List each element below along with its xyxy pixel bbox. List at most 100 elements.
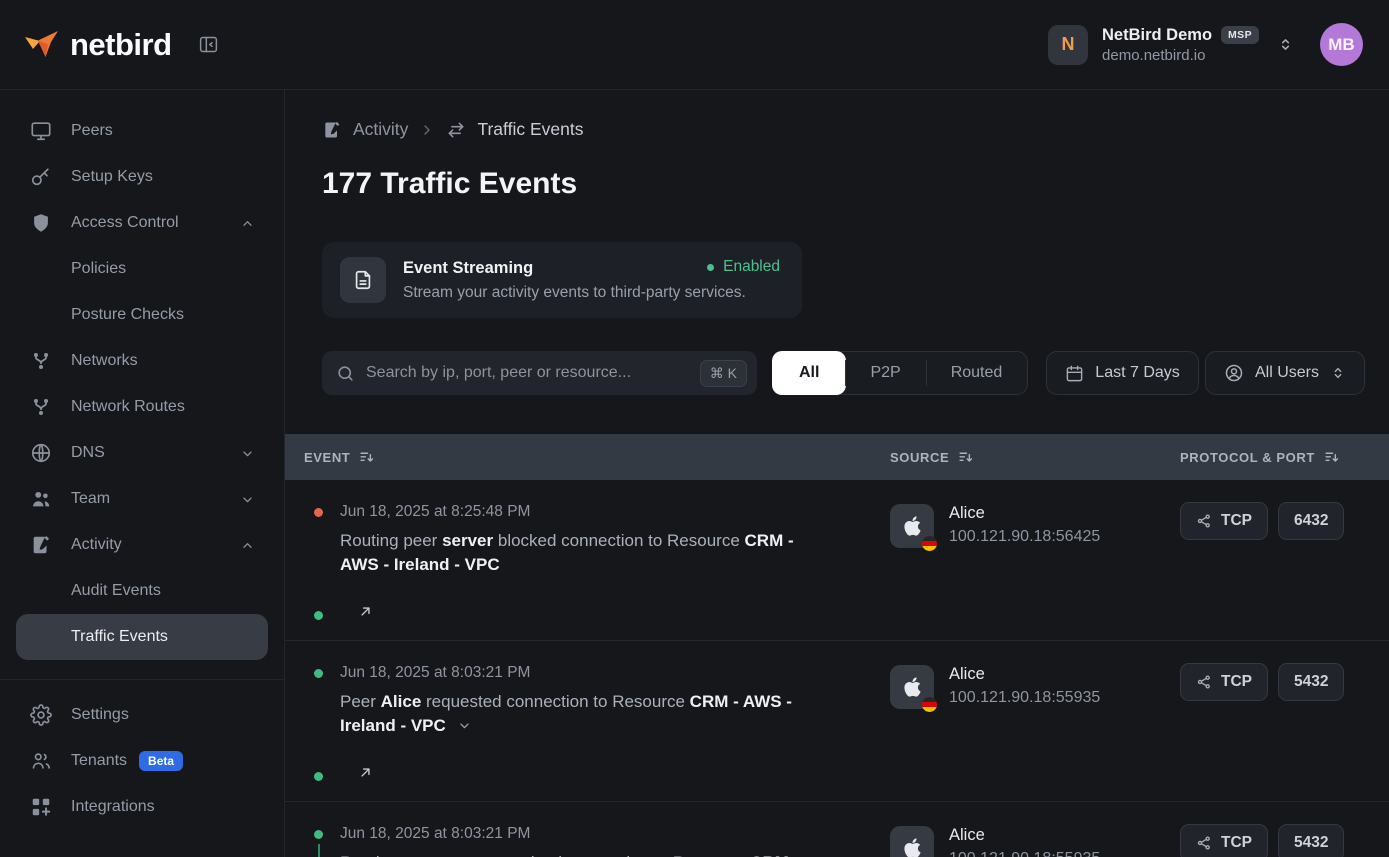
breadcrumb-section[interactable]: Activity bbox=[353, 119, 408, 140]
sidebar-item-label: Settings bbox=[71, 706, 129, 724]
sidebar-item-posture-checks[interactable]: Posture Checks bbox=[16, 292, 268, 338]
table-body: Jun 18, 2025 at 8:25:48 PM Routing peer … bbox=[285, 480, 1389, 857]
sidebar-item-audit-events[interactable]: Audit Events bbox=[16, 568, 268, 614]
breadcrumb: Activity Traffic Events bbox=[322, 119, 1377, 140]
chevron-right-icon bbox=[419, 122, 435, 138]
sidebar-item-label: Tenants bbox=[71, 752, 127, 770]
search-icon bbox=[336, 364, 355, 383]
apple-os-avatar bbox=[890, 504, 934, 548]
shield-icon bbox=[30, 212, 52, 234]
chevron-down-icon bbox=[239, 491, 256, 508]
search-box: ⌘ K bbox=[322, 351, 757, 395]
account-selector[interactable]: N NetBird Demo MSP demo.netbird.io bbox=[1048, 25, 1294, 65]
status-badge: Enabled bbox=[707, 258, 780, 276]
tab-p2p[interactable]: P2P bbox=[845, 352, 925, 394]
source-address: 100.121.90.18:55935 bbox=[949, 850, 1100, 857]
chevrons-up-down-icon bbox=[1330, 365, 1346, 381]
source-cell: Alice 100.121.90.18:56425 bbox=[890, 480, 1180, 640]
column-header-source: SOURCE bbox=[890, 449, 1180, 466]
sort-icon[interactable] bbox=[1324, 449, 1341, 466]
source-peer-name: Alice bbox=[949, 665, 1100, 684]
external-link-icon bbox=[358, 604, 373, 619]
external-link-icon bbox=[358, 765, 373, 780]
account-domain: demo.netbird.io bbox=[1102, 47, 1259, 64]
main-content: Activity Traffic Events 177 Traffic Even… bbox=[285, 90, 1389, 857]
sub-event-dot bbox=[314, 772, 323, 781]
source-cell: Alice 100.121.90.18:55935 bbox=[890, 641, 1180, 801]
port-badge: 6432 bbox=[1278, 502, 1344, 540]
table-row: Jun 18, 2025 at 8:03:21 PM Peer Alice re… bbox=[285, 641, 1389, 802]
sidebar-item-setup-keys[interactable]: Setup Keys bbox=[16, 154, 268, 200]
sidebar-item-activity[interactable]: Activity bbox=[16, 522, 268, 568]
user-avatar[interactable]: MB bbox=[1320, 23, 1363, 66]
tenants-icon bbox=[30, 750, 52, 772]
sidebar-collapse-icon[interactable] bbox=[198, 34, 219, 55]
circle-user-icon bbox=[1224, 363, 1244, 383]
table-row: Jun 18, 2025 at 8:25:48 PM Routing peer … bbox=[285, 480, 1389, 641]
sidebar-item-label: Posture Checks bbox=[71, 306, 184, 324]
event-streaming-description: Stream your activity events to third-par… bbox=[403, 284, 746, 302]
protocol-badge: TCP bbox=[1180, 663, 1268, 701]
sidebar-item-traffic-events[interactable]: Traffic Events bbox=[16, 614, 268, 660]
connection-type-tabs: AllP2PRouted bbox=[772, 351, 1028, 395]
event-cell: Jun 18, 2025 at 8:03:21 PM Routing peer … bbox=[285, 802, 890, 857]
tab-routed[interactable]: Routed bbox=[926, 352, 1028, 394]
sort-icon[interactable] bbox=[359, 449, 376, 466]
chevron-up-icon bbox=[239, 215, 256, 232]
apple-icon bbox=[903, 515, 922, 537]
date-range-button[interactable]: Last 7 Days bbox=[1046, 351, 1198, 395]
apple-icon bbox=[903, 676, 922, 698]
account-name: NetBird Demo bbox=[1102, 26, 1212, 45]
user-filter-label: All Users bbox=[1255, 364, 1319, 382]
activity-icon bbox=[322, 120, 342, 140]
table-header: EVENT SOURCE PROTOCOL & PORT bbox=[285, 434, 1389, 480]
event-status-dot bbox=[314, 669, 323, 678]
sidebar-item-networks[interactable]: Networks bbox=[16, 338, 268, 384]
breadcrumb-page[interactable]: Traffic Events bbox=[477, 119, 583, 140]
sidebar-item-policies[interactable]: Policies bbox=[16, 246, 268, 292]
user-filter-button[interactable]: All Users bbox=[1205, 351, 1365, 395]
port-badge: 5432 bbox=[1278, 663, 1344, 701]
netbird-logo[interactable]: netbird bbox=[24, 27, 172, 63]
apple-os-avatar bbox=[890, 665, 934, 709]
activity-icon bbox=[30, 534, 52, 556]
protocol-label: TCP bbox=[1221, 834, 1252, 852]
sidebar-item-label: Network Routes bbox=[71, 398, 185, 416]
event-streaming-title: Event Streaming bbox=[403, 259, 746, 278]
timeline-connector bbox=[318, 844, 320, 857]
sidebar-item-label: Peers bbox=[71, 122, 113, 140]
sidebar-item-settings[interactable]: Settings bbox=[16, 692, 268, 738]
column-header-protocol-port: PROTOCOL & PORT bbox=[1180, 449, 1389, 466]
source-peer-name: Alice bbox=[949, 826, 1100, 845]
sidebar-item-dns[interactable]: DNS bbox=[16, 430, 268, 476]
sidebar-item-tenants[interactable]: Tenants Beta bbox=[16, 738, 268, 784]
sidebar-item-label: Integrations bbox=[71, 798, 155, 816]
file-text-icon bbox=[340, 257, 386, 303]
sidebar-item-team[interactable]: Team bbox=[16, 476, 268, 522]
sidebar-item-label: DNS bbox=[71, 444, 105, 462]
sidebar-item-access-control[interactable]: Access Control bbox=[16, 200, 268, 246]
search-input[interactable] bbox=[366, 364, 689, 382]
globe-icon bbox=[30, 442, 52, 464]
calendar-icon bbox=[1065, 364, 1084, 383]
germany-flag-badge bbox=[922, 536, 937, 551]
key-icon bbox=[30, 166, 52, 188]
logo-text: netbird bbox=[70, 27, 172, 63]
tab-all[interactable]: All bbox=[772, 351, 846, 395]
policy-sub-event bbox=[340, 765, 870, 780]
sort-icon[interactable] bbox=[958, 449, 975, 466]
protocol-cell: TCP 5432 bbox=[1180, 802, 1389, 857]
event-status-dot bbox=[314, 830, 323, 839]
expand-chevron-down-icon[interactable] bbox=[456, 717, 473, 734]
sidebar-item-label: Policies bbox=[71, 260, 126, 278]
sidebar-item-label: Access Control bbox=[71, 214, 179, 232]
beta-badge: Beta bbox=[139, 751, 183, 771]
sidebar-item-peers[interactable]: Peers bbox=[16, 108, 268, 154]
network-icon bbox=[30, 350, 52, 372]
sidebar-item-network-routes[interactable]: Network Routes bbox=[16, 384, 268, 430]
keyboard-shortcut-badge: ⌘ K bbox=[700, 360, 747, 387]
source-address: 100.121.90.18:56425 bbox=[949, 528, 1100, 546]
sidebar-item-label: Activity bbox=[71, 536, 122, 554]
event-streaming-card[interactable]: Event Streaming Stream your activity eve… bbox=[322, 242, 802, 318]
sidebar-item-integrations[interactable]: Integrations bbox=[16, 784, 268, 830]
